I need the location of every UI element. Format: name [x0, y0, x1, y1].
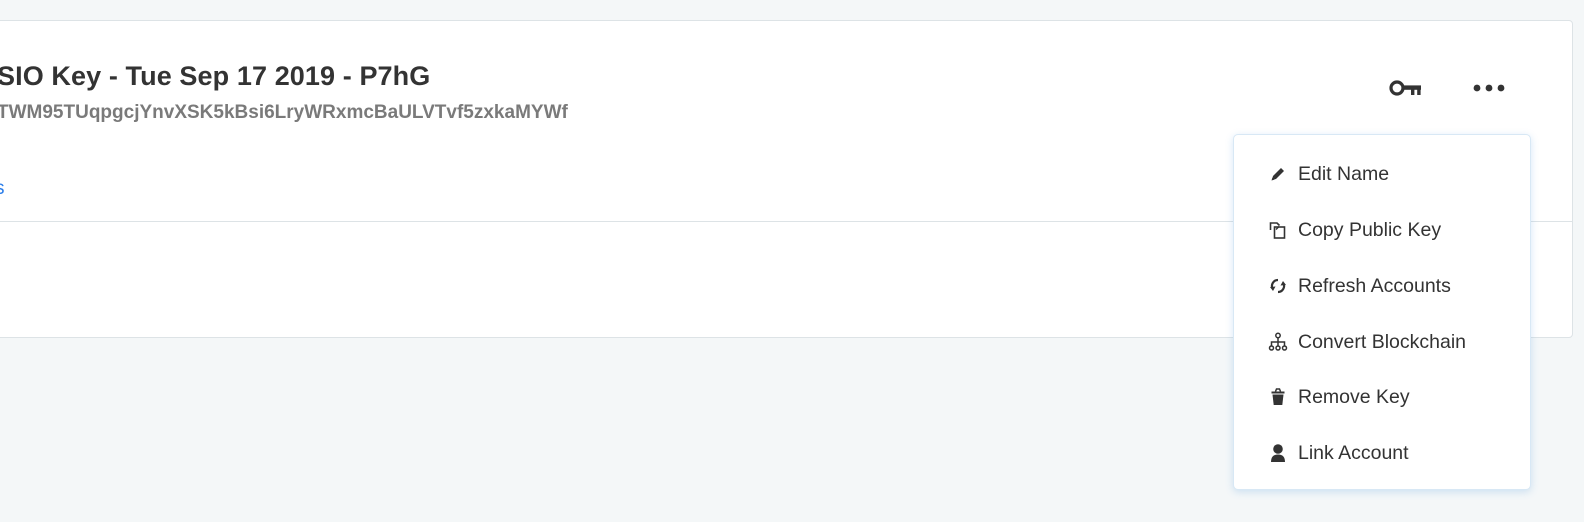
- pencil-icon: [1268, 164, 1288, 184]
- ellipsis-icon: [1473, 84, 1505, 92]
- menu-item-link-account[interactable]: Link Account: [1234, 431, 1530, 475]
- page: SIO Key - Tue Sep 17 2019 - P7hG TWM95TU…: [0, 0, 1584, 522]
- menu-item-label: Copy Public Key: [1298, 218, 1442, 241]
- trash-icon: [1268, 387, 1288, 407]
- user-icon: [1268, 443, 1288, 463]
- accounts-link[interactable]: s: [0, 178, 5, 200]
- menu-item-refresh-accounts[interactable]: Refresh Accounts: [1234, 264, 1530, 308]
- menu-item-label: Refresh Accounts: [1298, 274, 1451, 297]
- menu-item-label: Convert Blockchain: [1298, 330, 1466, 353]
- key-options-menu: Edit Name Copy Public Key Refresh Accoun…: [1233, 134, 1531, 490]
- menu-item-edit-name[interactable]: Edit Name: [1234, 152, 1530, 196]
- menu-item-convert-blockchain[interactable]: Convert Blockchain: [1234, 320, 1530, 364]
- more-options-button[interactable]: [1467, 70, 1511, 106]
- menu-item-label: Link Account: [1298, 441, 1409, 464]
- refresh-icon: [1268, 276, 1288, 296]
- menu-item-remove-key[interactable]: Remove Key: [1234, 375, 1530, 419]
- menu-item-label: Edit Name: [1298, 162, 1390, 185]
- public-key-text: TWM95TUqpgcjYnvXSK5kBsi6LryWRxmcBaULVTvf…: [0, 102, 568, 123]
- hierarchy-icon: [1268, 332, 1288, 352]
- menu-item-label: Remove Key: [1298, 385, 1410, 408]
- menu-item-copy-public-key[interactable]: Copy Public Key: [1234, 208, 1530, 252]
- key-title: SIO Key - Tue Sep 17 2019 - P7hG: [0, 61, 431, 91]
- key-icon: [1389, 80, 1421, 96]
- key-button[interactable]: [1384, 70, 1428, 106]
- copy-icon: [1268, 220, 1288, 240]
